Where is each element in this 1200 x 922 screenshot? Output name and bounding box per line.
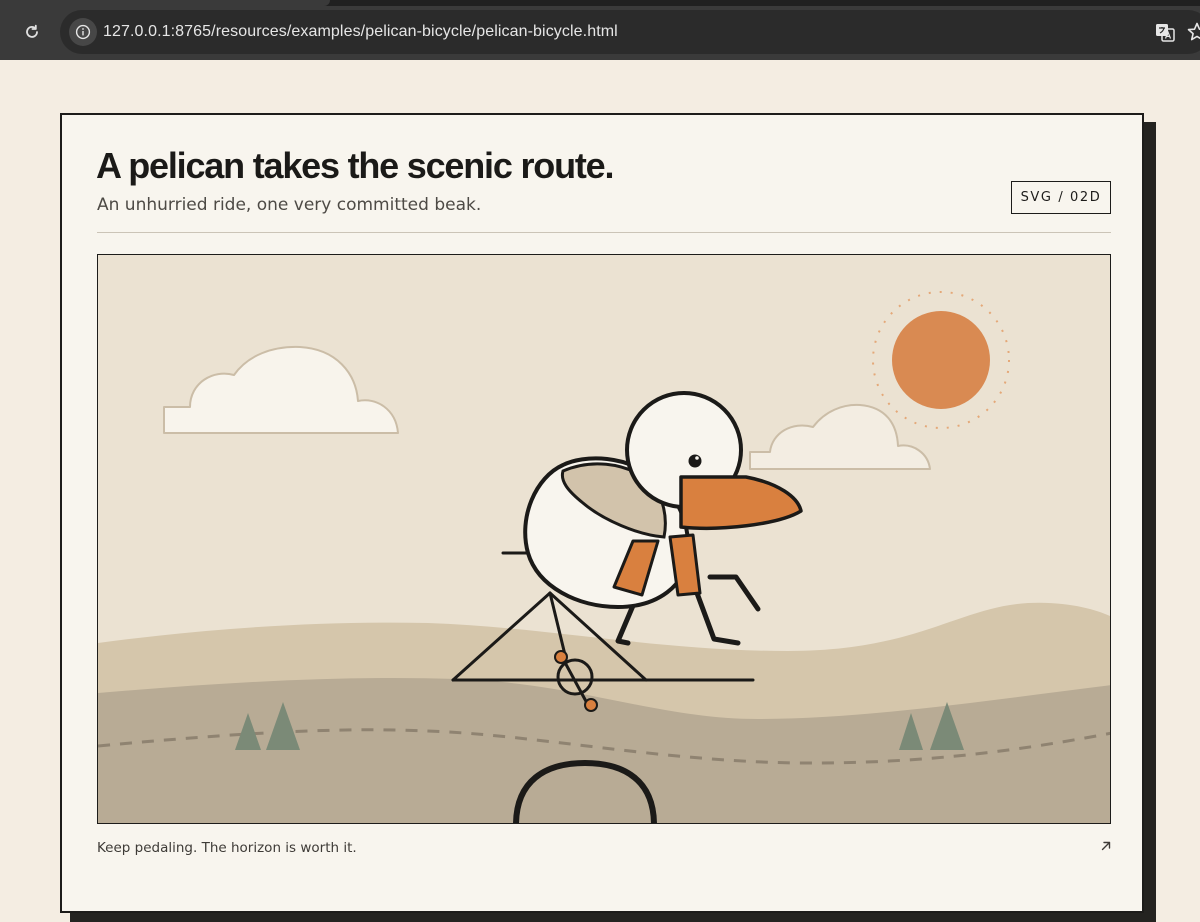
page-title: A pelican takes the scenic route. <box>96 145 614 186</box>
pelican-eye-shine <box>695 456 699 460</box>
star-icon[interactable] <box>1186 21 1200 43</box>
url-text[interactable]: 127.0.0.1:8765/resources/examples/pelica… <box>103 10 618 54</box>
translate-icon[interactable] <box>1154 21 1176 43</box>
arrow-up-right-icon <box>1101 841 1111 851</box>
reload-button[interactable] <box>18 18 46 46</box>
illustration-svg <box>98 255 1110 823</box>
pelican-eye <box>688 454 702 468</box>
info-icon[interactable] <box>69 18 97 46</box>
header-divider <box>97 232 1111 233</box>
content-card: A pelican takes the scenic route. An unh… <box>60 113 1144 913</box>
pelican-illustration <box>97 254 1111 824</box>
address-bar[interactable]: 127.0.0.1:8765/resources/examples/pelica… <box>60 10 1200 54</box>
active-tab-edge[interactable] <box>0 0 330 6</box>
format-badge: SVG / 02D <box>1011 181 1111 214</box>
browser-toolbar: 127.0.0.1:8765/resources/examples/pelica… <box>0 0 1200 60</box>
illustration-caption: Keep pedaling. The horizon is worth it. <box>97 840 357 856</box>
external-link-button[interactable] <box>1098 838 1114 854</box>
sun <box>892 311 990 409</box>
reload-icon <box>26 24 38 38</box>
page-subtitle: An unhurried ride, one very committed be… <box>97 195 482 215</box>
